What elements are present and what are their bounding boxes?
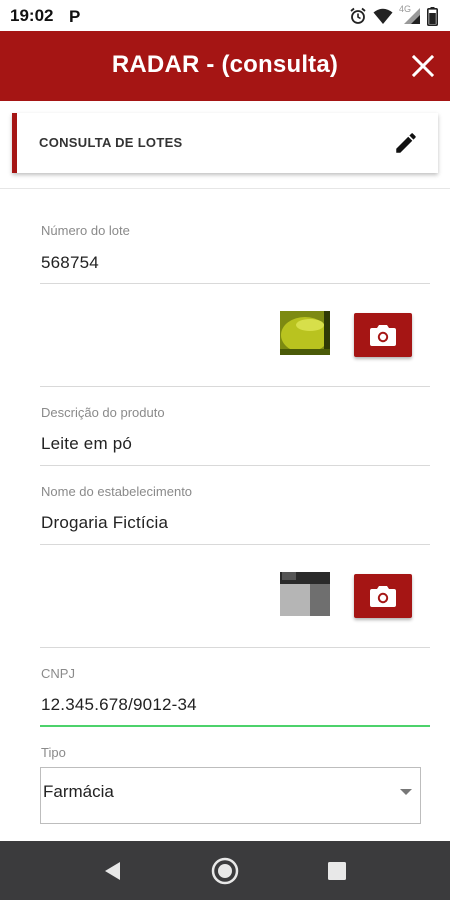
estabelecimento-photo-thumbnail[interactable] xyxy=(280,572,330,616)
descricao-input[interactable]: Leite em pó xyxy=(41,434,132,454)
tipo-selected-value: Farmácia xyxy=(43,782,114,801)
home-button[interactable] xyxy=(209,855,241,887)
app-bar: RADAR - (consulta) xyxy=(0,31,450,101)
parking-icon: P xyxy=(69,7,80,26)
descricao-label: Descrição do produto xyxy=(41,405,165,420)
pencil-icon xyxy=(396,133,416,153)
battery-icon xyxy=(427,6,438,26)
section-header-card: CONSULTA DE LOTES xyxy=(12,113,438,173)
home-icon xyxy=(211,857,239,885)
app-title: RADAR - (consulta) xyxy=(111,51,339,78)
estabelecimento-label: Nome do estabelecimento xyxy=(41,484,193,499)
divider xyxy=(0,188,450,189)
close-icon xyxy=(412,55,434,77)
estabelecimento-underline xyxy=(40,544,430,545)
tipo-select[interactable]: Farmácia xyxy=(40,767,421,824)
back-icon xyxy=(105,862,120,880)
close-button[interactable] xyxy=(406,49,440,83)
camera-icon xyxy=(370,586,396,607)
status-bar: 19:02 P 4G xyxy=(0,0,450,31)
dropdown-caret-icon xyxy=(400,789,412,795)
lote-underline xyxy=(40,283,430,284)
photo-thumbnail-image xyxy=(280,311,330,355)
recents-button[interactable] xyxy=(321,855,353,887)
descricao-underline xyxy=(40,465,430,466)
lote-label: Número do lote xyxy=(41,223,130,238)
recents-icon xyxy=(328,862,346,880)
lote-camera-button[interactable] xyxy=(354,313,412,357)
status-icons: 4G xyxy=(349,4,438,27)
photo-row-divider xyxy=(40,647,430,648)
photo-row-divider xyxy=(40,386,430,387)
svg-text:P: P xyxy=(69,7,80,26)
tipo-label: Tipo xyxy=(41,745,66,760)
cnpj-input[interactable]: 12.345.678/9012-34 xyxy=(41,695,197,715)
lote-input[interactable]: 568754 xyxy=(41,253,99,273)
estabelecimento-camera-button[interactable] xyxy=(354,574,412,618)
wifi-icon xyxy=(373,8,393,24)
lote-photo-thumbnail[interactable] xyxy=(280,311,330,355)
photo-thumbnail-image xyxy=(280,572,330,616)
back-button[interactable] xyxy=(97,855,129,887)
cnpj-label: CNPJ xyxy=(41,666,75,681)
system-nav-bar xyxy=(0,841,450,900)
camera-icon xyxy=(370,325,396,346)
section-label: CONSULTA DE LOTES xyxy=(39,135,183,150)
estabelecimento-input[interactable]: Drogaria Fictícia xyxy=(41,513,168,533)
status-time: 19:02 xyxy=(10,6,54,25)
alarm-icon xyxy=(350,7,366,24)
edit-button[interactable] xyxy=(390,127,422,159)
signal-icon: 4G xyxy=(399,4,421,25)
cnpj-underline-focused xyxy=(40,725,430,727)
